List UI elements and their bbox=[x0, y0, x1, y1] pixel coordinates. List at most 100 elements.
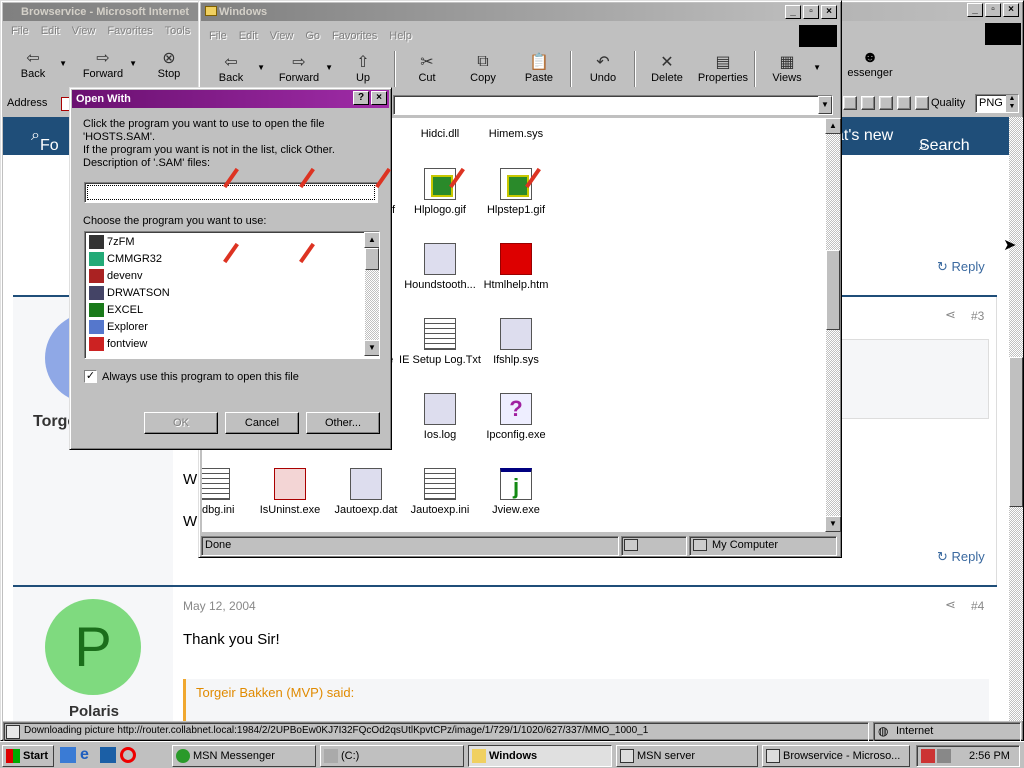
explorer-menu-file[interactable]: File bbox=[203, 28, 233, 46]
tray-icon-1[interactable] bbox=[921, 749, 935, 763]
program-item[interactable]: devenv bbox=[87, 268, 142, 285]
post4-number[interactable]: #4 bbox=[971, 599, 984, 613]
task-c-drive[interactable]: (C:) bbox=[320, 745, 464, 767]
file-item[interactable]: Ios.log bbox=[398, 393, 482, 442]
dialog-help-button[interactable]: ? bbox=[353, 91, 369, 105]
views-button[interactable]: ▦ Views ▼ bbox=[759, 49, 821, 89]
start-button[interactable]: Start bbox=[2, 745, 54, 767]
txt-file-icon bbox=[424, 318, 456, 350]
menu-tools[interactable]: Tools bbox=[159, 23, 197, 41]
browser-back-button[interactable]: ⇦ Back ▼ bbox=[5, 45, 67, 85]
dialog-titlebar[interactable]: Open With bbox=[72, 90, 389, 108]
properties-button[interactable]: ▤ Properties bbox=[695, 49, 751, 89]
reply-button[interactable]: ↻ Reply bbox=[937, 259, 985, 275]
share-icon-4[interactable]: ⋖ bbox=[945, 597, 956, 613]
file-item[interactable]: Hidci.dll bbox=[398, 128, 482, 141]
task-msn-server[interactable]: MSN server bbox=[616, 745, 758, 767]
menu-view[interactable]: View bbox=[66, 23, 102, 41]
task-windows[interactable]: Windows bbox=[468, 745, 612, 767]
explorer-menu-edit[interactable]: Edit bbox=[233, 28, 264, 46]
browser-forward-button[interactable]: ⇨ Forward ▼ bbox=[75, 45, 137, 85]
explorer-menu-favorites[interactable]: Favorites bbox=[326, 28, 383, 46]
maximize-button[interactable]: ▫ bbox=[985, 3, 1001, 17]
dialog-close-button[interactable]: × bbox=[371, 91, 387, 105]
ok-button[interactable]: OK bbox=[144, 412, 218, 434]
program-item[interactable]: Explorer bbox=[87, 319, 148, 336]
explorer-menu-help[interactable]: Help bbox=[383, 28, 418, 46]
always-use-checkbox[interactable]: ✓ bbox=[84, 370, 97, 383]
file-item[interactable]: Hlpstep1.gif bbox=[474, 168, 558, 217]
delete-button[interactable]: ✕ Delete bbox=[639, 49, 695, 89]
tray-icon-2[interactable] bbox=[937, 749, 951, 763]
paste-button[interactable]: 📋 Paste bbox=[511, 49, 567, 89]
browser-stop-button[interactable]: ⊗ Stop bbox=[141, 45, 197, 85]
opera-icon[interactable] bbox=[120, 747, 136, 763]
copy-button[interactable]: ⧉ Copy bbox=[455, 49, 511, 89]
ie-icon[interactable]: e bbox=[80, 747, 96, 763]
cancel-button[interactable]: Cancel bbox=[225, 412, 299, 434]
reply-button-2[interactable]: ↻ Reply bbox=[937, 549, 985, 565]
explorer-scrollbar[interactable]: ▲ ▼ bbox=[825, 118, 841, 532]
polaris-avatar[interactable]: P bbox=[45, 599, 141, 695]
file-item[interactable]: Ifshlp.sys bbox=[474, 318, 558, 367]
whats-new-nav-link[interactable]: at's new bbox=[835, 127, 893, 145]
close-button[interactable]: × bbox=[1003, 3, 1019, 17]
explorer-menu-go[interactable]: Go bbox=[299, 28, 326, 46]
program-list-scrollbar[interactable]: ▲ ▼ bbox=[364, 232, 379, 356]
program-item[interactable]: DRWATSON bbox=[87, 285, 170, 302]
explorer-forward-button[interactable]: ⇨ Forward ▼ bbox=[271, 49, 333, 89]
menu-edit[interactable]: Edit bbox=[35, 23, 66, 41]
explorer-back-button[interactable]: ⇦ Back ▼ bbox=[203, 49, 265, 89]
channels-icon[interactable] bbox=[100, 747, 116, 763]
explorer-titlebar[interactable]: Windows bbox=[201, 3, 839, 21]
explorer-maximize-button[interactable]: ▫ bbox=[803, 5, 819, 19]
description-field[interactable] bbox=[84, 182, 378, 203]
cut-button[interactable]: ✂ Cut bbox=[399, 49, 455, 89]
file-item[interactable]: Htmlhelp.htm bbox=[474, 243, 558, 292]
menu-file[interactable]: File bbox=[5, 23, 35, 41]
other-button[interactable]: Other... bbox=[306, 412, 380, 434]
explorer-address-field[interactable]: ▼ bbox=[393, 95, 833, 115]
address-dropdown-icon[interactable]: ▼ bbox=[818, 96, 832, 114]
explorer-close-button[interactable]: × bbox=[821, 5, 837, 19]
menu-favorites[interactable]: Favorites bbox=[101, 23, 158, 41]
stop-icon: ⊗ bbox=[162, 50, 176, 67]
quality-spin-icon: ▲ ▼ bbox=[1006, 95, 1018, 112]
program-item[interactable]: CMMGR32 bbox=[87, 251, 162, 268]
file-item[interactable]: Hlplogo.gif bbox=[398, 168, 482, 217]
forums-nav-link[interactable]: ⌕ Fo bbox=[31, 127, 59, 154]
post4-author[interactable]: Polaris bbox=[69, 703, 119, 720]
list-scroll-thumb[interactable] bbox=[365, 248, 379, 270]
file-item[interactable]: Jautoexp.ini bbox=[398, 468, 482, 517]
clock[interactable]: 2:56 PM bbox=[969, 750, 1010, 762]
file-item[interactable]: Houndstooth... bbox=[398, 243, 482, 292]
program-item[interactable]: 7zFM bbox=[87, 234, 135, 251]
undo-button[interactable]: ↶ Undo bbox=[575, 49, 631, 89]
share-icon[interactable]: ⋖ bbox=[945, 307, 956, 323]
file-item[interactable]: IsUninst.exe bbox=[248, 468, 332, 517]
explorer-scroll-thumb[interactable] bbox=[826, 250, 840, 330]
task-browservice[interactable]: Browservice - Microso... bbox=[762, 745, 910, 767]
program-item[interactable]: EXCEL bbox=[87, 302, 143, 319]
post4-date[interactable]: May 12, 2004 bbox=[183, 599, 256, 613]
file-item[interactable]: IE Setup Log.Txt bbox=[398, 318, 482, 367]
browser-tool-icons[interactable] bbox=[843, 96, 935, 112]
always-use-label[interactable]: Always use this program to open this fil… bbox=[102, 371, 299, 383]
scissors-icon: ✂ bbox=[420, 54, 434, 71]
page-scrollbar[interactable] bbox=[1009, 117, 1023, 721]
explorer-status-left: Done bbox=[201, 536, 619, 556]
file-item[interactable]: Jautoexp.dat bbox=[324, 468, 408, 517]
file-item[interactable]: Himem.sys bbox=[474, 128, 558, 141]
file-item[interactable]: ? Ipconfig.exe bbox=[474, 393, 558, 442]
quality-select[interactable]: PNG ▲ ▼ bbox=[975, 94, 1019, 113]
explorer-minimize-button[interactable]: _ bbox=[785, 5, 801, 19]
minimize-button[interactable]: _ bbox=[967, 3, 983, 17]
explorer-menu-view[interactable]: View bbox=[264, 28, 300, 46]
file-item[interactable]: j Jview.exe bbox=[474, 468, 558, 517]
mouse-cursor-icon: ➤ bbox=[1003, 237, 1017, 254]
task-msn-messenger[interactable]: MSN Messenger bbox=[172, 745, 316, 767]
program-item[interactable]: fontview bbox=[87, 336, 147, 353]
up-button[interactable]: ⇧ Up bbox=[335, 49, 391, 89]
post3-number[interactable]: #3 bbox=[971, 309, 984, 323]
outlook-icon[interactable] bbox=[60, 747, 76, 763]
